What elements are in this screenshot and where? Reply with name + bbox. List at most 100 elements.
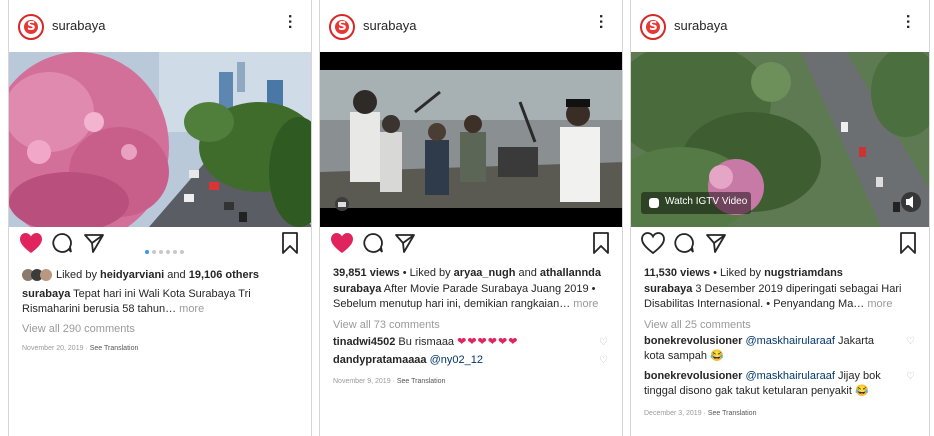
view-all-comments[interactable]: View all 25 comments: [644, 318, 751, 333]
caption-text-2: Sebelum menutup hari ini, demikian rangk…: [333, 298, 571, 310]
post-card-2: S surabaya ··· 39,851 views • Liked by a…: [319, 0, 623, 436]
post-card-1: S surabaya ··· Liked by heidyarviani and…: [8, 0, 312, 436]
carousel-indicator: [145, 241, 187, 259]
heart-icon[interactable]: ♡: [906, 371, 915, 382]
liked-by-user[interactable]: nugstriamdans: [764, 267, 843, 279]
share-icon[interactable]: [705, 232, 727, 254]
comment-row: tinadwi4502 Bu rismaaa ❤❤❤❤❤❤: [333, 335, 609, 350]
comment-row: bonekrevolusioner @maskhairularaaf Jakar…: [644, 334, 904, 364]
comment-user[interactable]: dandypratamaaaa: [333, 354, 427, 366]
avatar[interactable]: S: [18, 14, 44, 40]
heart-icon[interactable]: [19, 232, 43, 254]
heart-icon[interactable]: ♡: [599, 355, 608, 366]
caption-username[interactable]: surabaya: [644, 283, 692, 295]
caption-username[interactable]: surabaya: [22, 288, 70, 300]
igtv-icon: [649, 198, 659, 208]
avatar[interactable]: S: [329, 14, 355, 40]
likes-prefix: Liked by: [56, 269, 101, 281]
caption: surabaya Tepat hari ini Wali Kota Suraba…: [22, 287, 251, 317]
post-actions: [9, 232, 311, 260]
avatar[interactable]: S: [640, 14, 666, 40]
comment-text: Bu rismaaa: [395, 336, 455, 348]
post-image[interactable]: [9, 52, 311, 227]
more-icon[interactable]: ···: [592, 14, 609, 30]
comment-user[interactable]: bonekrevolusioner: [644, 335, 742, 347]
view-all-comments[interactable]: View all 290 comments: [22, 322, 135, 337]
heart-icon[interactable]: [641, 232, 665, 254]
more-icon[interactable]: ···: [899, 14, 916, 30]
post-card-3: S surabaya ··· Watch IGTV Video 11,530 v…: [630, 0, 930, 436]
post-video[interactable]: Watch IGTV Video: [631, 52, 929, 227]
bookmark-icon[interactable]: [281, 232, 299, 254]
views-line: 39,851 views • Liked by aryaa_nugh and a…: [333, 266, 601, 281]
views-count[interactable]: 39,851 views: [333, 267, 400, 279]
bookmark-icon[interactable]: [899, 232, 917, 254]
heart-icon[interactable]: ♡: [599, 337, 608, 348]
caption-username[interactable]: surabaya: [333, 283, 381, 295]
post-date: December 3, 2019 · See Translation: [644, 410, 757, 417]
views-count[interactable]: 11,530 views: [644, 267, 710, 279]
comment-icon[interactable]: [673, 232, 695, 254]
post-date: November 9, 2019 · See Translation: [333, 378, 446, 385]
more-link[interactable]: more: [570, 298, 598, 310]
caption: surabaya After Movie Parade Surabaya Jua…: [333, 282, 598, 312]
views-line: 11,530 views • Liked by nugstriamdans: [644, 266, 843, 281]
caption-text-1: After Movie Parade Surabaya Juang 2019 •: [381, 283, 596, 295]
likes-mid: and: [515, 267, 540, 279]
post-actions: [320, 232, 622, 260]
caption-text-1: Tepat hari ini Wali Kota Surabaya Tri: [70, 288, 251, 300]
date-text: November 20, 2019: [22, 345, 84, 352]
post-header: S surabaya ···: [320, 0, 622, 50]
comment-text: Jijay bok: [834, 370, 881, 382]
see-translation[interactable]: See Translation: [90, 345, 139, 352]
comment-hearts: ❤❤❤❤❤❤: [457, 336, 519, 348]
comment-mention[interactable]: @maskhairularaaf: [742, 335, 834, 347]
share-icon[interactable]: [394, 232, 416, 254]
camera-icon: [338, 202, 346, 207]
username[interactable]: surabaya: [363, 18, 416, 33]
caption-text-1: 3 Desember 2019 diperingati sebagai Hari: [692, 283, 902, 295]
liked-by-user[interactable]: heidyarviani: [100, 269, 164, 281]
likes-mid: and: [164, 269, 189, 281]
heart-icon[interactable]: [330, 232, 354, 254]
comment-mention[interactable]: @maskhairularaaf: [742, 370, 834, 382]
see-translation[interactable]: See Translation: [708, 410, 757, 417]
liked-by-user[interactable]: aryaa_nugh: [454, 267, 516, 279]
liker-avatars: [22, 269, 56, 282]
more-link[interactable]: more: [864, 298, 892, 310]
liked-text: • Liked by: [399, 267, 454, 279]
liked-by-user-2[interactable]: athallannda: [540, 267, 601, 279]
screenshot-strip: S surabaya ··· Liked by heidyarviani and…: [0, 0, 934, 436]
caption: surabaya 3 Desember 2019 diperingati seb…: [644, 282, 901, 312]
caption-text-2: Rismaharini berusia 58 tahun…: [22, 303, 177, 315]
date-text: December 3, 2019: [644, 410, 702, 417]
comment-row: bonekrevolusioner @maskhairularaaf Jijay…: [644, 369, 904, 399]
heart-icon[interactable]: ♡: [906, 336, 915, 347]
comment-row: dandypratamaaaa @ny02_12: [333, 353, 483, 368]
share-icon[interactable]: [83, 232, 105, 254]
comment-text-2: tinggal disono gak takut ketularan penya…: [644, 385, 869, 397]
username[interactable]: surabaya: [674, 18, 727, 33]
post-date: November 20, 2019 · See Translation: [22, 345, 139, 352]
bookmark-icon[interactable]: [592, 232, 610, 254]
post-actions: [631, 232, 929, 260]
more-icon[interactable]: ···: [281, 14, 298, 30]
username[interactable]: surabaya: [52, 18, 105, 33]
view-all-comments[interactable]: View all 73 comments: [333, 318, 440, 333]
post-video[interactable]: [320, 52, 622, 227]
comment-icon[interactable]: [51, 232, 73, 254]
comment-text: Jakarta: [834, 335, 875, 347]
see-translation[interactable]: See Translation: [397, 378, 446, 385]
liked-text: • Liked by: [710, 267, 765, 279]
likes-count[interactable]: 19,106 others: [189, 269, 259, 281]
post-header: S surabaya ···: [631, 0, 929, 50]
comment-mention[interactable]: @ny02_12: [427, 354, 483, 366]
likes-line: Liked by heidyarviani and 19,106 others: [22, 268, 259, 283]
igtv-label[interactable]: Watch IGTV Video: [665, 196, 747, 207]
comment-user[interactable]: tinadwi4502: [333, 336, 395, 348]
comment-user[interactable]: bonekrevolusioner: [644, 370, 742, 382]
comment-icon[interactable]: [362, 232, 384, 254]
more-link[interactable]: more: [176, 303, 204, 315]
post-header: S surabaya ···: [9, 0, 311, 50]
comment-text-2: kota sampah 😂: [644, 350, 724, 362]
